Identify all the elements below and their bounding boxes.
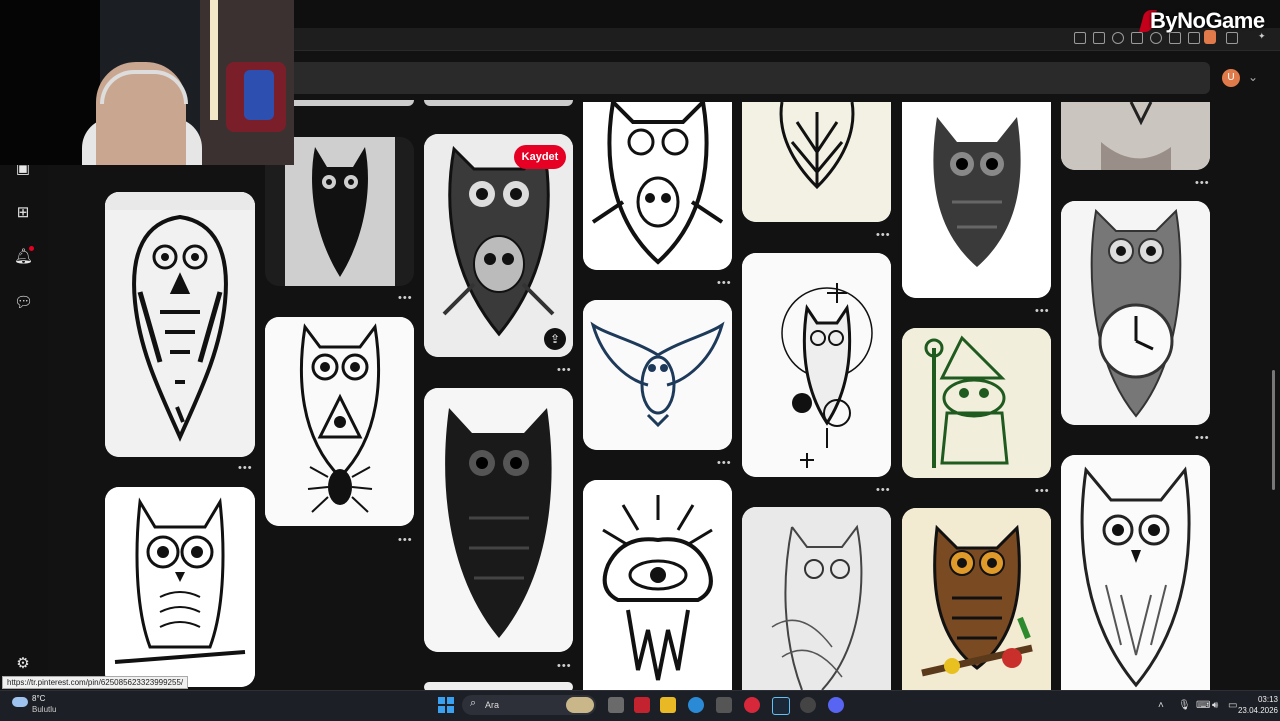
polynesian-owl-pin[interactable] bbox=[105, 192, 255, 457]
messages-icon[interactable]: 💬︎ bbox=[14, 294, 33, 312]
mic-icon[interactable]: 🎙︎ bbox=[1178, 700, 1191, 711]
more-button[interactable]: ••• bbox=[557, 364, 572, 376]
weather-temp: 8°C bbox=[32, 694, 46, 703]
lineart-owl-pin[interactable] bbox=[105, 487, 255, 687]
realistic-owl-pin[interactable] bbox=[902, 102, 1051, 298]
moon-owl-flowers-pin[interactable] bbox=[742, 253, 891, 477]
owl-spider-pin[interactable] bbox=[265, 317, 414, 526]
sketch-owl-pin[interactable] bbox=[742, 507, 891, 690]
clock-owl-pin[interactable] bbox=[1061, 201, 1210, 425]
frog-wizard-pin[interactable] bbox=[902, 328, 1051, 478]
more-button[interactable]: ••• bbox=[717, 277, 732, 289]
amd-icon[interactable] bbox=[634, 697, 650, 713]
left-rail bbox=[0, 100, 48, 688]
search-highlight-icon[interactable] bbox=[566, 697, 594, 713]
more-button[interactable]: ••• bbox=[1195, 432, 1210, 444]
more-button[interactable]: ••• bbox=[238, 462, 253, 474]
geometric-heart-pin[interactable] bbox=[742, 102, 891, 222]
create-icon[interactable]: ⊞ bbox=[14, 204, 32, 222]
volume-icon[interactable]: 🔊︎ bbox=[1212, 700, 1218, 711]
webcam-overlay bbox=[0, 0, 294, 165]
more-button[interactable]: ••• bbox=[876, 229, 891, 241]
eye-pyramid-pin[interactable] bbox=[583, 480, 732, 690]
edge-icon[interactable] bbox=[688, 697, 704, 713]
watermark: ByNoGame bbox=[1150, 8, 1265, 33]
status-url: https://tr.pinterest.com/pin/62508562332… bbox=[2, 676, 189, 689]
save-button[interactable]: Kaydet bbox=[514, 145, 566, 169]
task-view-icon[interactable] bbox=[608, 697, 624, 713]
discord-icon[interactable] bbox=[828, 697, 844, 713]
play-icon[interactable] bbox=[1131, 32, 1143, 44]
file-explorer-icon[interactable] bbox=[660, 697, 676, 713]
chevron-down-icon[interactable]: ⌄ bbox=[1248, 70, 1258, 84]
clock[interactable]: 03:13 bbox=[1248, 695, 1278, 704]
color-owl-branch-pin[interactable] bbox=[902, 508, 1051, 690]
shield-icon[interactable] bbox=[1112, 32, 1124, 44]
cut-off-pin[interactable] bbox=[424, 100, 573, 106]
more-button[interactable]: ••• bbox=[557, 660, 572, 672]
more-button[interactable]: ••• bbox=[717, 457, 732, 469]
search-icon: ⌕ bbox=[470, 697, 477, 709]
horned-owl-pin[interactable] bbox=[1061, 455, 1210, 690]
steam-icon[interactable] bbox=[772, 697, 790, 715]
app-icon[interactable] bbox=[800, 697, 816, 713]
more-button[interactable]: ••• bbox=[398, 292, 413, 304]
wrist-tattoo-pin[interactable] bbox=[1061, 102, 1210, 170]
camera-icon[interactable] bbox=[1093, 32, 1105, 44]
share-icon[interactable]: ⇪ bbox=[544, 328, 566, 350]
traditional-owl-pin[interactable] bbox=[583, 102, 732, 270]
taskbar-search-label: Ara bbox=[485, 700, 500, 710]
more-button[interactable]: ••• bbox=[398, 534, 413, 546]
more-button[interactable]: ••• bbox=[1035, 485, 1050, 497]
black-owl-pin[interactable] bbox=[424, 388, 573, 652]
more-button[interactable]: ••• bbox=[1035, 305, 1050, 317]
scrollbar[interactable] bbox=[1272, 370, 1275, 490]
settings-icon[interactable]: ⚙ bbox=[14, 655, 32, 673]
edit-icon[interactable] bbox=[1074, 32, 1086, 44]
more-button[interactable]: ••• bbox=[876, 484, 891, 496]
windows-start-icon[interactable] bbox=[438, 697, 454, 713]
tray-chevron-icon[interactable]: ˄ bbox=[1158, 700, 1164, 711]
weather-condition: Bulutlu bbox=[32, 705, 57, 714]
cloud-icon[interactable] bbox=[12, 697, 28, 707]
date[interactable]: 23.04.2026 bbox=[1228, 706, 1278, 715]
more-button[interactable]: ••• bbox=[1195, 177, 1210, 189]
flying-owl-pin[interactable] bbox=[583, 300, 732, 450]
avatar[interactable]: U bbox=[1222, 69, 1240, 87]
network-icon[interactable]: ⌨ bbox=[1196, 700, 1210, 711]
notification-badge bbox=[29, 246, 34, 251]
opera-gx-icon[interactable] bbox=[744, 697, 760, 713]
store-icon[interactable] bbox=[716, 697, 732, 713]
